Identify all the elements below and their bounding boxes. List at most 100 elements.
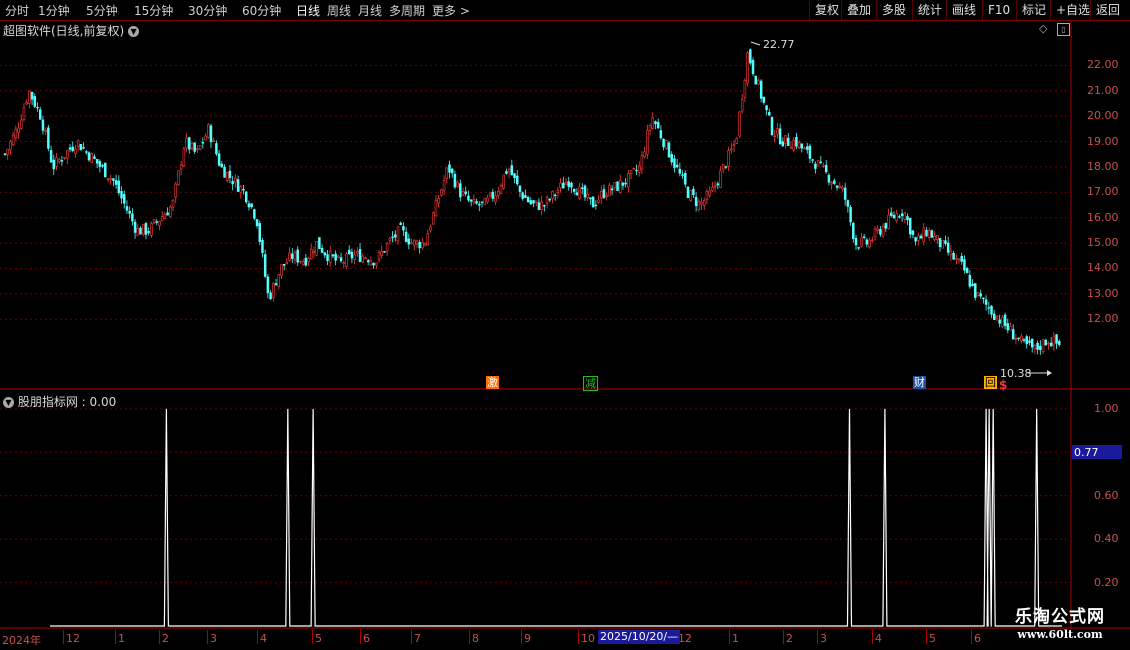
candle-body — [908, 217, 912, 235]
candle-body — [1047, 342, 1050, 345]
candle-body — [57, 159, 61, 162]
candle-body — [141, 224, 145, 235]
candle-body — [450, 168, 454, 174]
candle-body — [431, 212, 435, 225]
candle-body — [849, 206, 852, 223]
candle-body — [730, 148, 733, 151]
x-axis-label: 6 — [974, 632, 981, 645]
panel-toggle-icon[interactable]: ▯ — [1057, 23, 1070, 36]
x-axis-label: 4 — [875, 632, 882, 645]
candle-body — [217, 153, 221, 166]
candle-body — [941, 240, 944, 249]
candle-body — [665, 140, 668, 149]
candle-body — [702, 200, 706, 206]
main-y-tick-label: 19.00 — [1087, 134, 1119, 148]
x-axis-label: 2 — [786, 632, 793, 645]
candle-body — [890, 212, 893, 216]
event-tag-cai[interactable]: 财 — [913, 376, 926, 389]
x-axis-tick — [469, 630, 470, 644]
candle-body — [564, 182, 568, 186]
candle-body — [797, 141, 801, 148]
candle-body — [117, 180, 121, 194]
candle-body — [128, 210, 131, 214]
candle-body — [667, 142, 671, 158]
candle-body — [1028, 340, 1031, 343]
candle-body — [483, 198, 486, 205]
candle-body — [686, 186, 690, 199]
candle-body — [711, 187, 714, 191]
candle-body — [315, 241, 318, 256]
candle-body — [22, 107, 26, 120]
candle-body — [323, 252, 327, 256]
x-axis-label: 8 — [472, 632, 479, 645]
candle-body — [643, 151, 646, 157]
diamond-icon[interactable]: ◇ — [1039, 22, 1047, 35]
candle-body — [442, 179, 446, 191]
candle-body — [551, 191, 554, 200]
candle-body — [469, 199, 473, 202]
candle-body — [922, 227, 926, 243]
candle-body — [968, 275, 972, 287]
candle-body — [854, 238, 858, 246]
candle-body — [502, 174, 505, 189]
candle-body — [101, 165, 104, 167]
candle-body — [1058, 341, 1061, 345]
candle-body — [589, 197, 592, 200]
candle-body — [716, 183, 720, 186]
candle-body — [304, 257, 308, 266]
candle-body — [594, 204, 598, 207]
candle-body — [152, 219, 156, 224]
candle-body — [632, 167, 636, 170]
candle-body — [917, 235, 920, 241]
candle-body — [627, 173, 630, 188]
event-tag-hui[interactable]: 回 — [984, 376, 997, 389]
x-axis-tick — [63, 630, 64, 644]
candle-body — [136, 228, 140, 236]
candle-body — [640, 155, 644, 170]
candle-body — [250, 203, 253, 208]
chevron-down-icon[interactable]: ▼ — [3, 397, 14, 408]
candle-body — [906, 216, 909, 221]
candle-body — [486, 197, 489, 203]
candle-body — [383, 251, 386, 253]
candle-body — [784, 135, 787, 144]
candle-body — [990, 305, 993, 315]
candle-body — [662, 138, 665, 148]
candle-body — [963, 259, 966, 271]
candle-body — [85, 151, 88, 153]
x-axis-label: 6 — [363, 632, 370, 645]
candle-body — [166, 212, 169, 216]
candle-body — [952, 252, 955, 260]
candle-body — [927, 230, 931, 238]
candle-body — [618, 180, 622, 193]
candle-body — [30, 91, 34, 100]
candle-body — [597, 199, 600, 203]
candle-body — [182, 148, 186, 167]
candle-body — [339, 257, 343, 262]
event-tag-ji[interactable]: 激 — [486, 376, 499, 389]
candle-body — [361, 255, 365, 263]
candle-body — [670, 154, 673, 163]
candle-body — [792, 140, 795, 151]
candle-body — [291, 253, 294, 259]
candle-body — [868, 239, 871, 248]
candle-body — [263, 254, 267, 277]
event-tag-jian[interactable]: 减 — [583, 376, 598, 391]
candle-body — [423, 242, 427, 246]
candle-body — [364, 257, 367, 260]
candle-body — [437, 198, 440, 204]
chevron-down-icon[interactable]: ▼ — [128, 26, 140, 37]
x-axis-tick — [257, 630, 258, 644]
candle-body — [380, 250, 383, 256]
candle-body — [179, 164, 183, 170]
candle-body — [307, 257, 310, 263]
candle-body — [518, 185, 522, 192]
candle-body — [139, 227, 142, 235]
candle-body — [543, 204, 546, 207]
candle-body — [740, 99, 744, 112]
candle-body — [998, 319, 1001, 324]
candle-body — [1022, 339, 1026, 341]
candle-body — [188, 137, 191, 150]
candle-body — [391, 236, 394, 238]
candle-body — [979, 293, 982, 297]
